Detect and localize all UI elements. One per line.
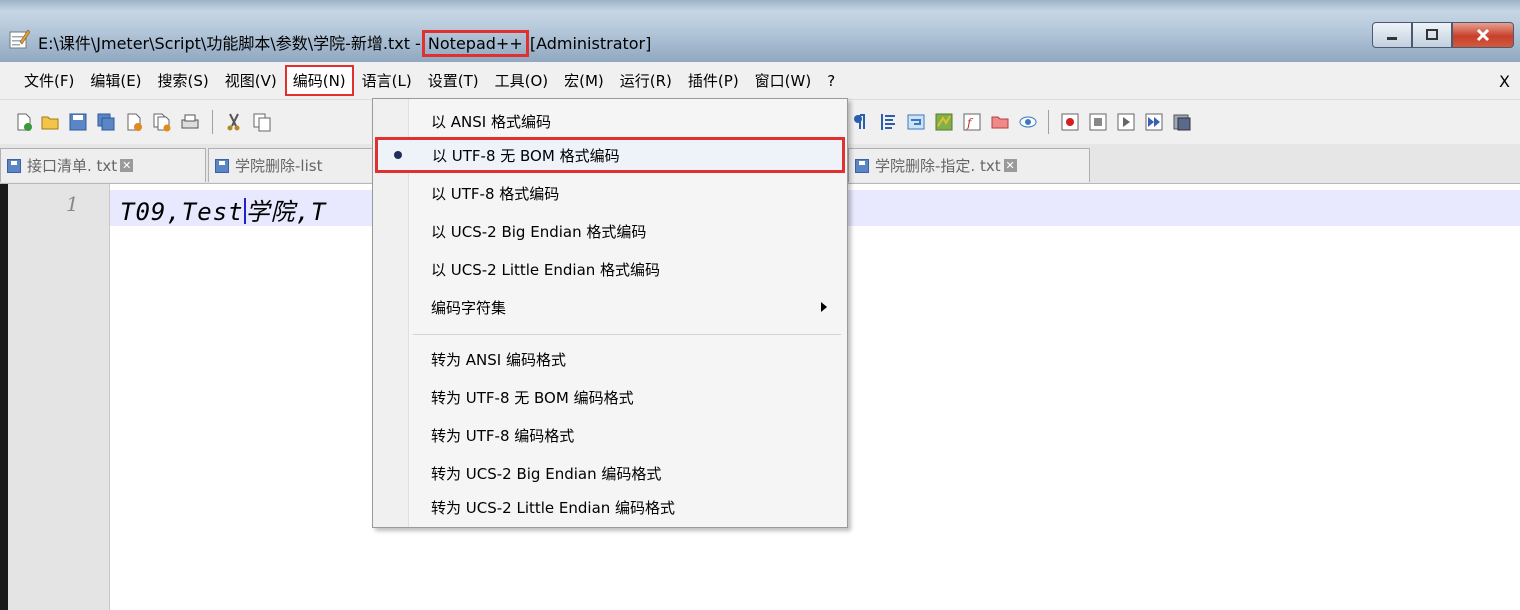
menu-item-label: 以 UTF-8 无 BOM 格式编码 (432, 146, 620, 165)
menu-item-label: 转为 UTF-8 编码格式 (431, 426, 575, 445)
code-text-before-caret: T09,Test (120, 198, 244, 226)
code-text-after-caret: 学院,T (245, 198, 327, 226)
toolbar-separator (1048, 110, 1049, 134)
tab-close-icon[interactable]: ✕ (120, 159, 134, 172)
menu-item-label: 以 UCS-2 Big Endian 格式编码 (431, 222, 647, 241)
menu-macro[interactable]: 宏(M) (558, 67, 610, 94)
window-title: E:\课件\Jmeter\Script\功能脚本\参数\学院-新增.txt - … (38, 30, 652, 57)
copy-icon[interactable] (252, 112, 272, 132)
indent-guide-icon[interactable] (878, 112, 898, 132)
menu-item-convert-ucs2-le[interactable]: 转为 UCS-2 Little Endian 编码格式 (373, 491, 847, 523)
title-bar[interactable]: E:\课件\Jmeter\Script\功能脚本\参数\学院-新增.txt - … (0, 0, 1520, 62)
cut-icon[interactable] (224, 112, 244, 132)
save-all-icon[interactable] (96, 112, 116, 132)
menu-encoding[interactable]: 编码(N) (284, 65, 354, 96)
save-icon[interactable] (68, 112, 88, 132)
close-button[interactable] (1452, 22, 1514, 48)
close-icon (1476, 28, 1490, 42)
menu-search[interactable]: 搜索(S) (152, 67, 215, 94)
menu-item-label: 以 UTF-8 格式编码 (431, 184, 560, 203)
menu-separator (413, 334, 841, 335)
notepadpp-app-icon (9, 29, 30, 49)
title-path: E:\课件\Jmeter\Script\功能脚本\参数\学院-新增.txt - (38, 34, 426, 53)
menu-tools[interactable]: 工具(O) (489, 67, 555, 94)
minimize-button[interactable] (1372, 22, 1412, 48)
menu-file[interactable]: 文件(F) (18, 67, 80, 94)
menu-item-label: 转为 UCS-2 Little Endian 编码格式 (431, 498, 676, 517)
tab-close-icon[interactable]: ✕ (1003, 159, 1017, 172)
menu-item-encode-ucs2-be[interactable]: 以 UCS-2 Big Endian 格式编码 (373, 215, 847, 247)
monitoring-icon[interactable] (1018, 112, 1038, 132)
menu-edit[interactable]: 编辑(E) (84, 67, 147, 94)
menu-help[interactable]: ? (821, 69, 841, 93)
new-file-icon[interactable] (14, 112, 34, 132)
function-list-icon[interactable]: f (962, 112, 982, 132)
menu-item-character-sets[interactable]: 编码字符集 (373, 291, 847, 323)
menu-item-convert-utf8-no-bom[interactable]: 转为 UTF-8 无 BOM 编码格式 (373, 381, 847, 413)
menu-item-label: 以 ANSI 格式编码 (431, 112, 551, 131)
menu-settings[interactable]: 设置(T) (422, 67, 485, 94)
line-number-gutter: 1 (8, 184, 110, 610)
play-macro-icon[interactable] (1116, 112, 1136, 132)
menu-window[interactable]: 窗口(W) (749, 67, 818, 94)
tab-save-icon (215, 158, 229, 173)
show-all-chars-icon[interactable] (850, 112, 870, 132)
code-line[interactable]: T09,Test学院,T (120, 192, 327, 227)
menu-view[interactable]: 视图(V) (219, 67, 283, 94)
close-document-button[interactable]: X (1499, 72, 1510, 91)
menu-item-encode-utf8-no-bom[interactable]: 以 UTF-8 无 BOM 格式编码 (375, 137, 845, 173)
menu-item-label: 转为 UCS-2 Big Endian 编码格式 (431, 464, 662, 483)
encoding-dropdown-menu: 以 ANSI 格式编码 以 UTF-8 无 BOM 格式编码 以 UTF-8 格… (372, 98, 848, 528)
radio-selected-icon (394, 151, 402, 159)
window-left-edge (0, 184, 8, 610)
tab-save-icon (7, 158, 21, 173)
tab-save-icon (855, 158, 869, 173)
tab-label: 学院删除-list (235, 157, 323, 175)
menu-bar: 文件(F) 编辑(E) 搜索(S) 视图(V) 编码(N) 语言(L) 设置(T… (0, 62, 1520, 100)
menu-item-encode-ansi[interactable]: 以 ANSI 格式编码 (373, 105, 847, 137)
run-macro-multiple-icon[interactable] (1144, 112, 1164, 132)
menu-item-encode-ucs2-le[interactable]: 以 UCS-2 Little Endian 格式编码 (373, 253, 847, 285)
title-suffix: [Administrator] (524, 34, 652, 53)
menu-item-label: 编码字符集 (431, 298, 507, 317)
tab-college-delete-specified[interactable]: 学院删除-指定. txt ✕ (848, 148, 1090, 182)
line-number: 1 (66, 192, 79, 216)
close-file-icon[interactable] (124, 112, 144, 132)
tab-label: 接口清单. txt (27, 157, 118, 175)
save-macro-icon[interactable] (1172, 112, 1192, 132)
minimize-icon (1387, 37, 1397, 40)
menu-language[interactable]: 语言(L) (356, 67, 418, 94)
word-wrap-icon[interactable] (906, 112, 926, 132)
menu-item-label: 转为 ANSI 编码格式 (431, 350, 566, 369)
menu-item-convert-utf8[interactable]: 转为 UTF-8 编码格式 (373, 419, 847, 451)
stop-macro-icon[interactable] (1088, 112, 1108, 132)
menu-item-encode-utf8[interactable]: 以 UTF-8 格式编码 (373, 177, 847, 209)
menu-item-convert-ansi[interactable]: 转为 ANSI 编码格式 (373, 343, 847, 375)
print-icon[interactable] (180, 112, 200, 132)
window-controls (1372, 22, 1514, 48)
menu-item-label: 转为 UTF-8 无 BOM 编码格式 (431, 388, 634, 407)
menu-run[interactable]: 运行(R) (614, 67, 678, 94)
maximize-icon (1426, 29, 1438, 40)
doc-map-icon[interactable] (934, 112, 954, 132)
menu-item-convert-ucs2-be[interactable]: 转为 UCS-2 Big Endian 编码格式 (373, 457, 847, 489)
title-app-name: Notepad++ (421, 30, 529, 57)
tab-label: 学院删除-指定. txt (875, 157, 1001, 175)
menu-plugins[interactable]: 插件(P) (682, 67, 745, 94)
close-all-icon[interactable] (152, 112, 172, 132)
maximize-button[interactable] (1412, 22, 1452, 48)
tab-interface-list[interactable]: 接口清单. txt ✕ (0, 148, 206, 182)
open-file-icon[interactable] (40, 112, 60, 132)
submenu-arrow-icon (821, 302, 827, 312)
record-macro-icon[interactable] (1060, 112, 1080, 132)
folder-as-workspace-icon[interactable] (990, 112, 1010, 132)
tab-college-delete-list[interactable]: 学院删除-list (208, 148, 378, 182)
toolbar-separator (212, 110, 213, 134)
menu-item-label: 以 UCS-2 Little Endian 格式编码 (431, 260, 661, 279)
